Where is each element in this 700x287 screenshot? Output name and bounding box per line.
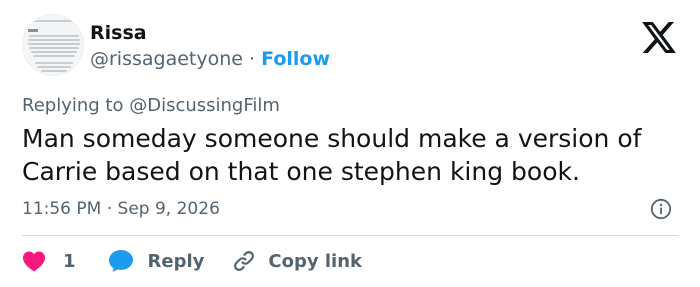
reply-label: Reply	[147, 250, 205, 272]
author-handle-row: @rissagaetyone · Follow	[90, 48, 330, 70]
tweet-timestamp[interactable]: 11:56 PM · Sep 9, 2026	[22, 199, 220, 219]
action-divider	[22, 235, 678, 236]
author-handle[interactable]: @rissagaetyone	[90, 48, 243, 70]
reply-button[interactable]: Reply	[108, 249, 205, 273]
link-icon	[234, 251, 255, 271]
info-icon[interactable]	[650, 198, 672, 220]
copy-link-label: Copy link	[268, 250, 362, 272]
copy-link-button[interactable]: Copy link	[232, 249, 362, 273]
timestamp-separator: ·	[106, 199, 113, 219]
like-count: 1	[63, 250, 76, 272]
tweet-text: Man someday someone should make a versio…	[22, 124, 642, 186]
handle-separator: ·	[249, 48, 256, 70]
reply-context-mention[interactable]: @DiscussingFilm	[129, 95, 280, 116]
x-logo-icon[interactable]	[642, 22, 676, 53]
tweet-date: Sep 9, 2026	[117, 199, 220, 219]
follow-button[interactable]: Follow	[261, 48, 330, 70]
reply-context-prefix: Replying to	[22, 95, 124, 116]
avatar[interactable]	[22, 14, 84, 76]
reply-context: Replying to @DiscussingFilm	[22, 95, 280, 116]
like-button[interactable]: 1	[22, 250, 76, 272]
tweet-time: 11:56 PM	[22, 199, 102, 219]
author-name[interactable]: Rissa	[90, 22, 147, 44]
speech-bubble-icon	[108, 250, 133, 272]
action-bar: 1 Reply Copy link	[22, 248, 362, 274]
heart-icon	[23, 251, 45, 272]
